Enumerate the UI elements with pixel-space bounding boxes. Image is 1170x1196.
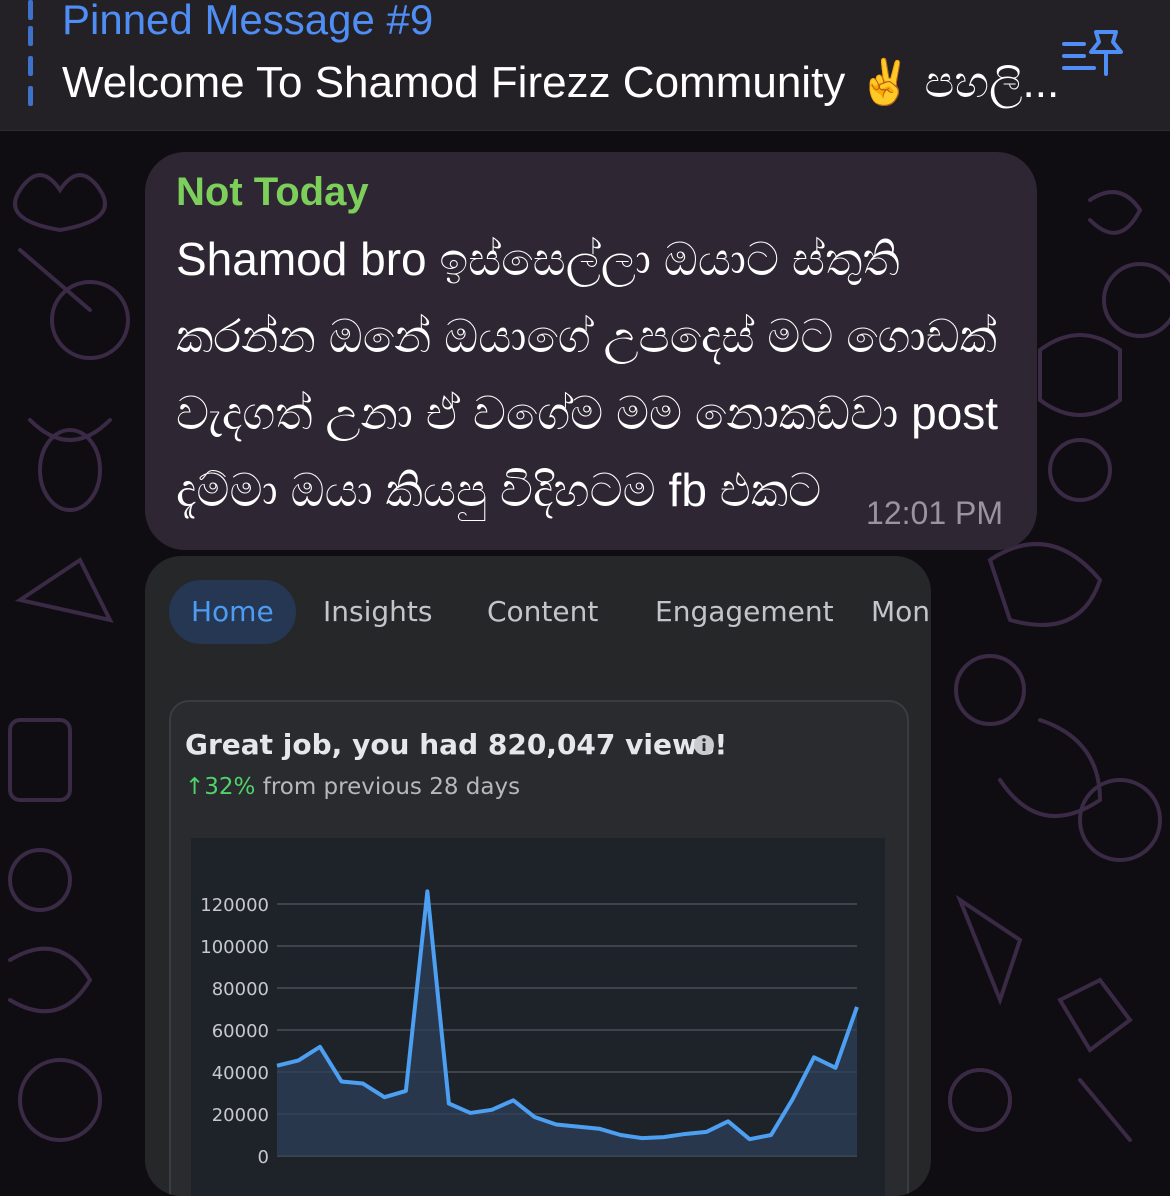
message-line-1: Shamod bro ඉස්සෙල්ලා ඔයාට ස්තුති	[176, 232, 900, 288]
tab-engagement[interactable]: Engagement	[655, 580, 834, 644]
y-tick-label: 0	[258, 1147, 269, 1168]
views-change: ↑32% from previous 28 days	[185, 774, 520, 800]
tab-monetization[interactable]: Mon	[871, 580, 930, 644]
info-icon[interactable]	[693, 734, 715, 756]
tab-insights[interactable]: Insights	[323, 580, 432, 644]
views-chart: 0 20000 40000 60000 80000 100000 120000	[191, 838, 885, 1196]
views-change-percent: ↑32%	[185, 774, 255, 800]
pinned-text: Welcome To Shamod Firezz Community ✌️ පහ…	[62, 56, 1059, 108]
tab-home[interactable]: Home	[169, 580, 296, 644]
pin-position-indicator	[28, 0, 36, 110]
views-area-fill	[277, 891, 857, 1156]
message-bubble[interactable]: Not Today Shamod bro ඉස්සෙල්ලා ඔයාට ස්තු…	[145, 152, 1037, 550]
views-card: Great job, you had 820,047 views! ↑32% f…	[169, 700, 909, 1196]
message-time: 12:01 PM	[866, 495, 1003, 532]
y-tick-label: 20000	[212, 1105, 269, 1126]
message-line-2: කරන්න ඔනේ ඔයාගේ උපදෙස් මට ගොඩක්	[176, 309, 997, 365]
views-card-title: Great job, you had 820,047 views!	[185, 728, 727, 761]
y-tick-label: 120000	[200, 895, 269, 916]
y-tick-label: 40000	[212, 1063, 269, 1084]
dashboard-tabs: Home Insights Content Engagement Mon	[145, 556, 931, 668]
pinned-message-bar[interactable]: Pinned Message #9 Welcome To Shamod Fire…	[0, 0, 1170, 131]
y-tick-label: 100000	[200, 937, 269, 958]
sender-name[interactable]: Not Today	[176, 170, 369, 215]
pinned-title: Pinned Message #9	[62, 0, 433, 44]
views-change-suffix: from previous 28 days	[255, 774, 520, 800]
message-line-3: වැදගත් උනා ඒ වගේම මම නොකඩවා post	[176, 386, 998, 442]
pinned-list-icon[interactable]	[1060, 28, 1126, 80]
y-tick-label: 80000	[212, 979, 269, 1000]
views-chart-svg: 0 20000 40000 60000 80000 100000 120000	[191, 838, 885, 1196]
y-tick-label: 60000	[212, 1021, 269, 1042]
heart-doodle	[15, 175, 105, 230]
message-line-4: දැම්මා ඔයා කියපු විදිහටම fb එකට	[176, 463, 821, 519]
attached-screenshot[interactable]: Home Insights Content Engagement Mon Gre…	[145, 556, 931, 1196]
tab-content[interactable]: Content	[487, 580, 598, 644]
